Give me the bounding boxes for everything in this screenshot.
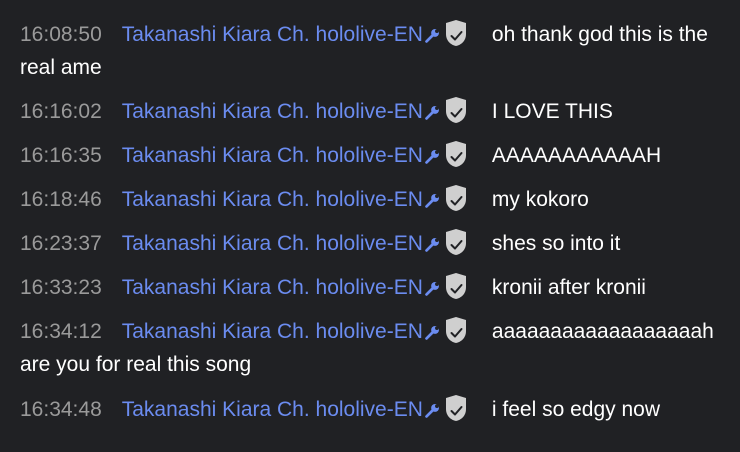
message-timestamp: 16:33:23 <box>20 276 102 299</box>
message-timestamp: 16:08:50 <box>20 23 102 46</box>
wrench-icon <box>425 150 439 164</box>
chat-message: 16:18:46 Takanashi Kiara Ch. hololive-EN m… <box>20 183 728 216</box>
verified-shield-icon <box>445 141 466 167</box>
wrench-icon <box>425 282 439 296</box>
message-text: shes so into it <box>491 232 621 255</box>
message-text: i feel so edgy now <box>491 398 661 421</box>
message-timestamp: 16:16:35 <box>20 144 102 167</box>
message-text: AAAAAAAAAAAH <box>491 144 662 167</box>
message-timestamp: 16:34:48 <box>20 398 102 421</box>
wrench-icon <box>425 106 439 120</box>
verified-shield-icon <box>445 97 466 123</box>
author-name[interactable]: Takanashi Kiara Ch. hololive-EN <box>122 144 423 167</box>
message-timestamp: 16:34:12 <box>20 320 102 343</box>
wrench-icon <box>425 404 439 418</box>
verified-shield-icon <box>445 273 466 299</box>
message-timestamp: 16:18:46 <box>20 188 102 211</box>
message-timestamp: 16:23:37 <box>20 232 102 255</box>
verified-shield-icon <box>445 20 466 46</box>
author-name[interactable]: Takanashi Kiara Ch. hololive-EN <box>122 232 423 255</box>
message-text: kronii after kronii <box>491 276 646 299</box>
chat-message: 16:16:35 Takanashi Kiara Ch. hololive-EN A… <box>20 139 728 172</box>
chat-message: 16:08:50 Takanashi Kiara Ch. hololive-EN o… <box>20 18 728 84</box>
message-timestamp: 16:16:02 <box>20 100 102 123</box>
chat-message: 16:16:02 Takanashi Kiara Ch. hololive-EN I… <box>20 95 728 128</box>
chat-message: 16:34:12 Takanashi Kiara Ch. hololive-EN a… <box>20 315 728 381</box>
author-name[interactable]: Takanashi Kiara Ch. hololive-EN <box>122 23 423 46</box>
verified-shield-icon <box>445 395 466 421</box>
verified-shield-icon <box>445 185 466 211</box>
wrench-icon <box>425 29 439 43</box>
verified-shield-icon <box>445 229 466 255</box>
message-text: I LOVE THIS <box>491 100 613 123</box>
author-name[interactable]: Takanashi Kiara Ch. hololive-EN <box>122 100 423 123</box>
chat-message: 16:33:23 Takanashi Kiara Ch. hololive-EN k… <box>20 271 728 304</box>
author-name[interactable]: Takanashi Kiara Ch. hololive-EN <box>122 398 423 421</box>
chat-message: 16:23:37 Takanashi Kiara Ch. hololive-EN s… <box>20 227 728 260</box>
verified-shield-icon <box>445 317 466 343</box>
chat-log: 16:08:50 Takanashi Kiara Ch. hololive-EN o… <box>0 0 740 452</box>
wrench-icon <box>425 194 439 208</box>
author-name[interactable]: Takanashi Kiara Ch. hololive-EN <box>122 276 423 299</box>
wrench-icon <box>425 238 439 252</box>
message-text: my kokoro <box>491 188 589 211</box>
wrench-icon <box>425 326 439 340</box>
chat-message: 16:34:48 Takanashi Kiara Ch. hololive-EN i… <box>20 393 728 426</box>
author-name[interactable]: Takanashi Kiara Ch. hololive-EN <box>122 188 423 211</box>
author-name[interactable]: Takanashi Kiara Ch. hololive-EN <box>122 320 423 343</box>
